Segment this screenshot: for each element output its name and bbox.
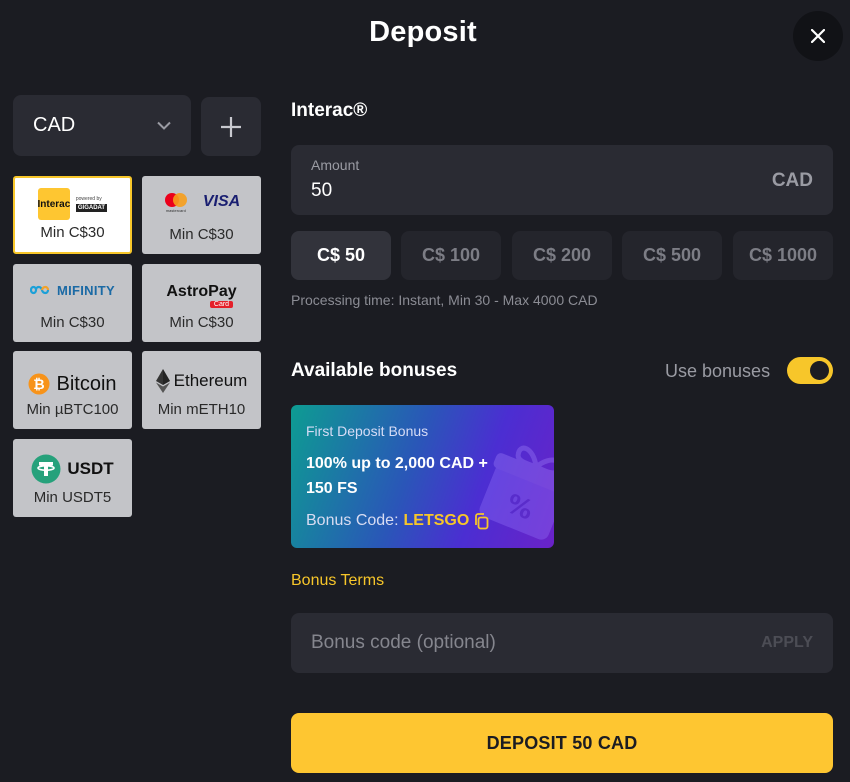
deposit-button[interactable]: DEPOSIT 50 CAD — [291, 713, 833, 773]
method-astropay[interactable]: AstroPay Card Min C$30 — [142, 264, 261, 342]
chevron-down-icon — [157, 121, 171, 130]
use-bonuses-toggle[interactable] — [787, 357, 833, 384]
bonus-code-label: Bonus Code: — [306, 512, 399, 529]
method-cards[interactable]: mastercard VISA Min C$30 — [142, 176, 261, 254]
method-title: Interac® — [291, 100, 368, 121]
plus-icon — [221, 116, 241, 137]
preset-1000[interactable]: C$ 1000 — [733, 231, 833, 280]
currency-select[interactable]: CAD — [13, 95, 191, 156]
ethereum-icon — [155, 369, 170, 393]
method-min: Min µBTC100 — [26, 401, 119, 418]
bonus-code-row: Bonus Code: LETSGO — [306, 512, 490, 530]
amount-value[interactable]: 50 — [311, 180, 332, 202]
processing-info: Processing time: Instant, Min 30 - Max 4… — [291, 292, 598, 308]
method-min: Min mETH10 — [157, 401, 246, 418]
close-icon — [811, 29, 825, 43]
use-bonuses-label: Use bonuses — [665, 361, 771, 381]
method-usdt[interactable]: USDT Min USDT5 — [13, 439, 132, 517]
bitcoin-icon: ₿ — [28, 373, 50, 395]
bonus-code-field: APPLY — [291, 613, 833, 673]
copy-icon[interactable] — [474, 512, 490, 530]
bonus-terms-link[interactable]: Bonus Terms — [291, 572, 384, 590]
method-ethereum[interactable]: Ethereum Min mETH10 — [142, 351, 261, 429]
bitcoin-logo: ₿ Bitcoin — [13, 367, 132, 401]
apply-button[interactable]: APPLY — [761, 634, 813, 652]
svg-text:₿: ₿ — [34, 377, 45, 393]
bonuses-title: Available bonuses — [291, 360, 458, 381]
method-min: Min C$30 — [169, 314, 234, 331]
astropay-logo: AstroPay Card — [166, 282, 237, 308]
preset-500[interactable]: C$ 500 — [622, 231, 722, 280]
method-min: Min C$30 — [169, 226, 234, 243]
method-mifinity[interactable]: MIFINITY Min C$30 — [13, 264, 132, 342]
infinity-icon — [29, 285, 50, 295]
bonus-kicker: First Deposit Bonus — [306, 423, 429, 439]
amount-currency: CAD — [771, 170, 813, 191]
method-min: Min C$30 — [40, 224, 105, 241]
interac-logo-sub: powered by — [75, 196, 102, 202]
preset-50[interactable]: C$ 50 — [291, 231, 391, 280]
mifinity-logo: MIFINITY — [13, 273, 132, 307]
currency-value: CAD — [33, 114, 76, 136]
interac-logo: Interac powered by GIGADAT — [15, 187, 130, 221]
mastercard-logo: mastercard — [163, 192, 189, 213]
toggle-knob — [810, 361, 829, 380]
method-interac[interactable]: Interac powered by GIGADAT Min C$30 — [13, 176, 132, 254]
bonus-code-value: LETSGO — [403, 512, 470, 529]
usdt-logo: USDT — [13, 452, 132, 486]
visa-logo: VISA — [202, 193, 241, 210]
bonus-code-input[interactable] — [291, 613, 731, 673]
bonus-headline: 100% up to 2,000 CAD + 150 FS — [306, 455, 488, 497]
close-button[interactable] — [793, 11, 843, 61]
cards-logo: mastercard VISA — [142, 185, 261, 219]
ethereum-logo: Ethereum — [142, 364, 261, 398]
amount-field[interactable]: Amount 50 CAD — [291, 145, 833, 215]
method-min: Min C$30 — [40, 314, 105, 331]
amount-label: Amount — [311, 157, 360, 173]
page-title: Deposit — [369, 16, 477, 48]
method-bitcoin[interactable]: ₿ Bitcoin Min µBTC100 — [13, 351, 132, 429]
bonus-card[interactable]: % First Deposit Bonus 100% up to 2,000 C… — [291, 405, 554, 548]
add-currency-button[interactable] — [201, 97, 261, 156]
gigadat-logo: GIGADAT — [75, 204, 108, 212]
preset-100[interactable]: C$ 100 — [401, 231, 501, 280]
method-min: Min USDT5 — [33, 489, 112, 506]
tether-icon — [31, 454, 61, 484]
interac-logo-mark: Interac — [37, 188, 70, 220]
preset-200[interactable]: C$ 200 — [512, 231, 612, 280]
